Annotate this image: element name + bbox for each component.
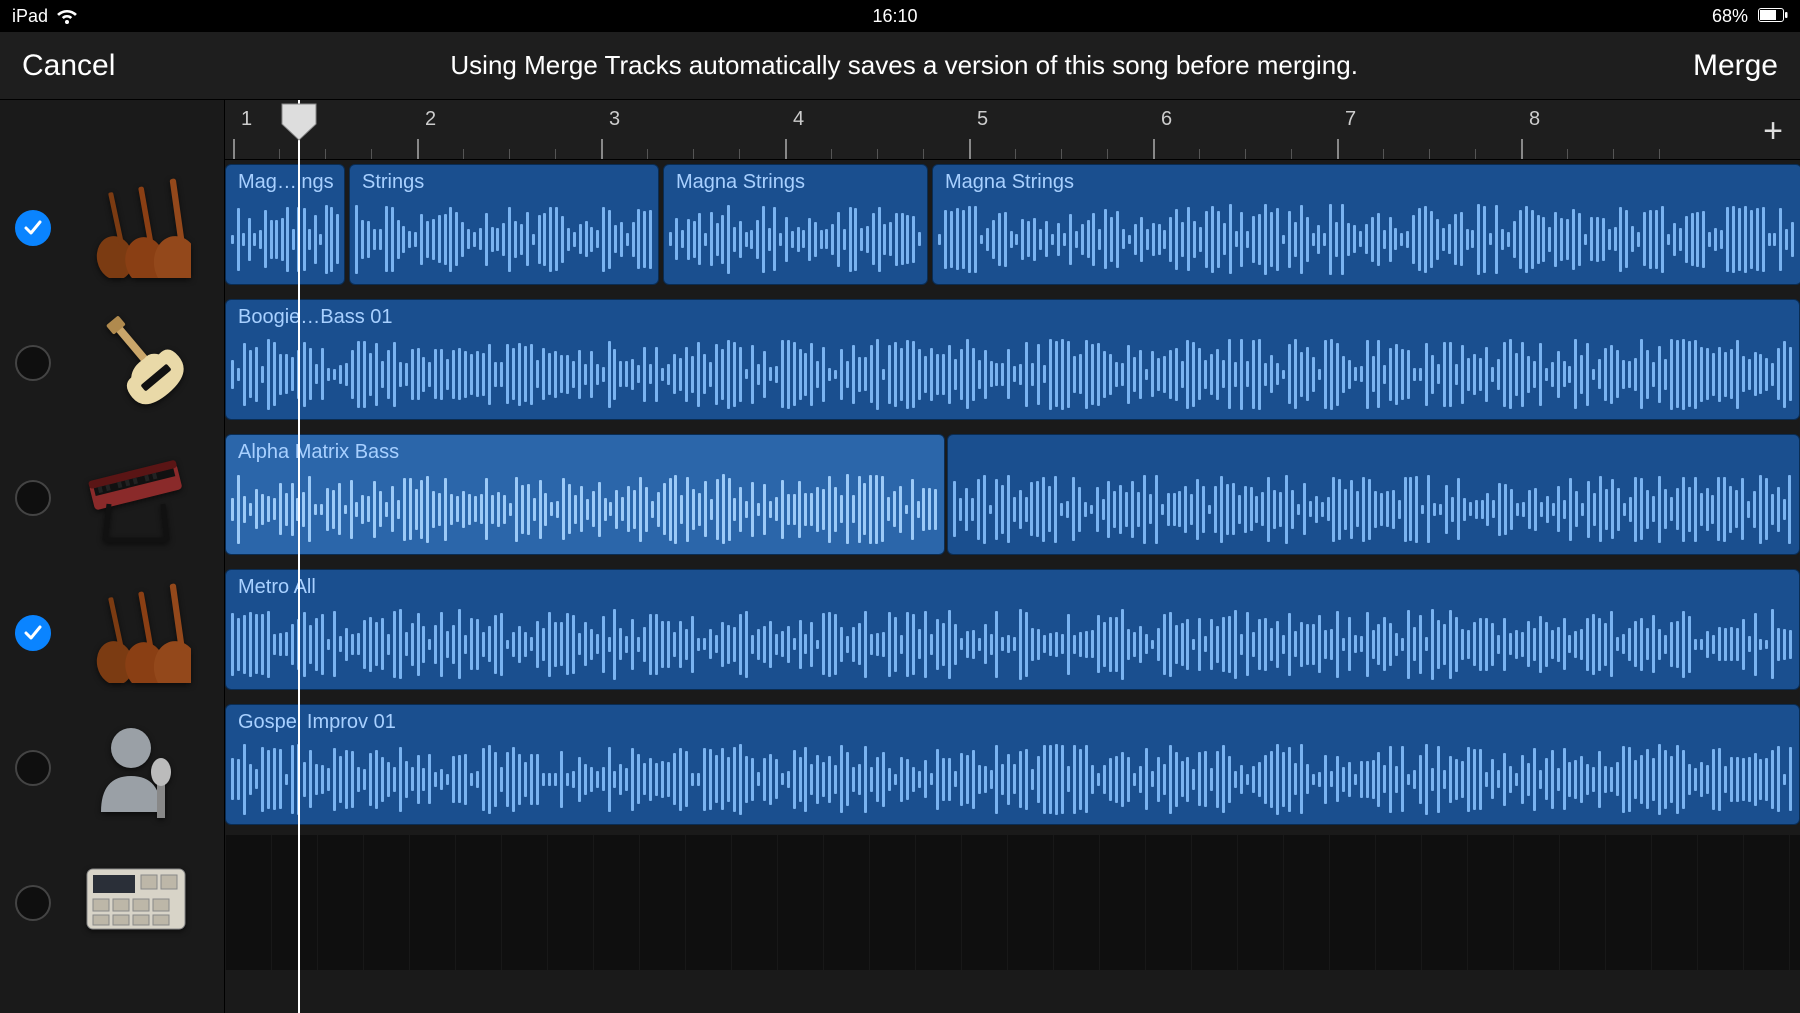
region-label: Boogie…Bass 01 xyxy=(238,306,393,329)
waveform xyxy=(933,195,1800,284)
track-header-strings2[interactable] xyxy=(0,565,224,700)
audio-region[interactable] xyxy=(947,434,1800,555)
strings-icon xyxy=(81,583,191,683)
ruler[interactable]: + 1 2 3 4 5 6 7 8 xyxy=(225,100,1800,160)
track-header-strings1[interactable] xyxy=(0,160,224,295)
audio-region[interactable]: Metro All xyxy=(225,569,1800,690)
audio-region[interactable]: Alpha Matrix Bass xyxy=(225,434,945,555)
wifi-icon xyxy=(56,8,78,24)
track-lane-synth[interactable]: Alpha Matrix Bass xyxy=(225,430,1800,565)
bar-number: 1 xyxy=(241,108,252,131)
track-select-checkbox[interactable] xyxy=(15,345,51,381)
clock: 16:10 xyxy=(872,6,917,27)
waveform xyxy=(226,600,1799,689)
waveform xyxy=(226,330,1799,419)
vocal-icon xyxy=(81,718,191,818)
track-lane-bass[interactable]: Boogie…Bass 01 xyxy=(225,295,1800,430)
bar-number: 6 xyxy=(1161,108,1172,131)
header-message: Using Merge Tracks automatically saves a… xyxy=(450,50,1358,81)
track-header-bass[interactable] xyxy=(0,295,224,430)
track-lane-vocal[interactable]: Gospel Improv 01 xyxy=(225,700,1800,835)
audio-region[interactable]: Magna Strings xyxy=(663,164,928,285)
audio-region[interactable]: Magna Strings xyxy=(932,164,1800,285)
track-lane-strings1[interactable]: Mag…ings Strings Magna Strings Magna String… xyxy=(225,160,1800,295)
bar-number: 2 xyxy=(425,108,436,131)
track-select-checkbox[interactable] xyxy=(15,750,51,786)
audio-region[interactable]: Gospel Improv 01 xyxy=(225,704,1800,825)
region-label: Strings xyxy=(362,171,424,194)
tracks-area[interactable]: Mag…ings Strings Magna Strings Magna String… xyxy=(225,160,1800,1013)
region-label: Magna Strings xyxy=(945,171,1074,194)
track-header-vocal[interactable] xyxy=(0,700,224,835)
track-lane-strings2[interactable]: Metro All xyxy=(225,565,1800,700)
add-section-button[interactable]: + xyxy=(1756,114,1790,148)
merge-header: Cancel Using Merge Tracks automatically … xyxy=(0,32,1800,100)
region-label: Alpha Matrix Bass xyxy=(238,441,399,464)
region-label: Magna Strings xyxy=(676,171,805,194)
status-bar: iPad 16:10 68% xyxy=(0,0,1800,32)
bar-number: 5 xyxy=(977,108,988,131)
audio-region[interactable]: Strings xyxy=(349,164,659,285)
bar-number: 8 xyxy=(1529,108,1540,131)
region-label: Metro All xyxy=(238,576,316,599)
track-select-checkbox[interactable] xyxy=(15,480,51,516)
region-label: Mag…ings xyxy=(238,171,334,194)
waveform xyxy=(664,195,927,284)
track-select-checkbox[interactable] xyxy=(15,210,51,246)
audio-region[interactable]: Mag…ings xyxy=(225,164,345,285)
bar-number: 3 xyxy=(609,108,620,131)
waveform xyxy=(226,195,344,284)
waveform xyxy=(350,195,658,284)
track-header-synth[interactable] xyxy=(0,430,224,565)
audio-region[interactable]: Boogie…Bass 01 xyxy=(225,299,1800,420)
cancel-button[interactable]: Cancel xyxy=(22,49,115,83)
timeline[interactable]: + 12345678 Mag…ingsStringsMagna StringsM… xyxy=(225,100,1800,1013)
track-select-checkbox[interactable] xyxy=(15,615,51,651)
strings-icon xyxy=(81,178,191,278)
waveform xyxy=(226,735,1799,824)
track-select-checkbox[interactable] xyxy=(15,885,51,921)
waveform xyxy=(948,465,1799,554)
track-header-drums[interactable] xyxy=(0,835,224,970)
merge-button[interactable]: Merge xyxy=(1693,49,1778,83)
bar-number: 7 xyxy=(1345,108,1356,131)
battery-icon xyxy=(1758,6,1788,27)
guitar-icon xyxy=(81,313,191,413)
device-label: iPad xyxy=(12,6,48,27)
region-label: Gospel Improv 01 xyxy=(238,711,396,734)
bar-number: 4 xyxy=(793,108,804,131)
waveform xyxy=(226,465,944,554)
track-lane-drums[interactable] xyxy=(225,835,1800,970)
track-headers xyxy=(0,100,225,1013)
drummachine-icon xyxy=(81,853,191,953)
battery-percent: 68% xyxy=(1712,6,1748,27)
keys-icon xyxy=(81,448,191,548)
